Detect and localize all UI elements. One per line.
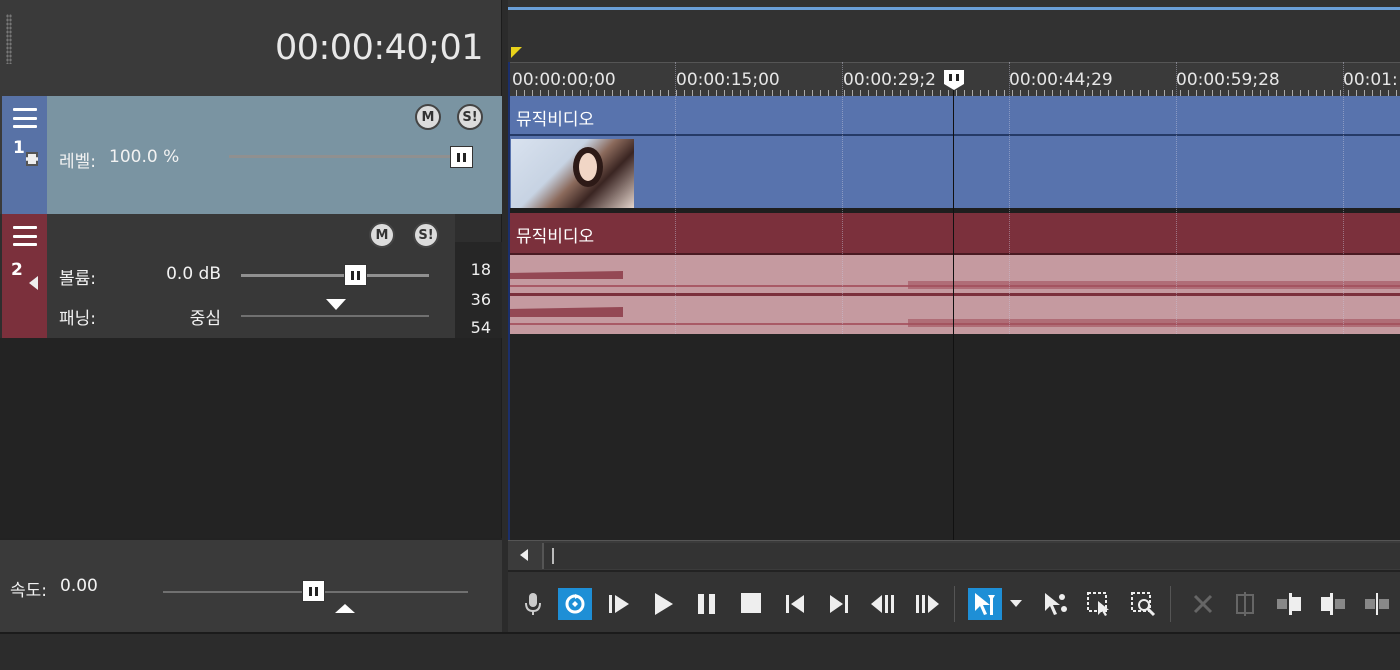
loop-start-marker-icon[interactable] — [511, 47, 522, 58]
volume-slider-track[interactable] — [241, 274, 429, 277]
audio-clip[interactable]: 뮤직비디오 — [508, 213, 1400, 334]
speed-slider-knob[interactable] — [302, 580, 325, 602]
selection-tool-icon[interactable] — [1082, 588, 1116, 620]
transport-toolbar — [508, 570, 1400, 632]
speed-center-marker-icon — [335, 604, 355, 613]
mute-button[interactable]: M — [415, 104, 441, 130]
timecode-panel: 00:00:40;01 — [0, 0, 502, 96]
level-label: 레벨: — [59, 152, 97, 172]
video-track-header[interactable]: 1 M S! 레벨: 100.0 % — [0, 96, 502, 214]
dropdown-arrow-icon[interactable] — [1006, 588, 1026, 620]
horizontal-scrollbar[interactable] — [508, 540, 1400, 570]
track-number: 1 — [13, 138, 25, 158]
playhead-line[interactable] — [953, 86, 954, 540]
microphone-icon[interactable] — [516, 588, 550, 620]
track-list-empty-area — [0, 338, 502, 538]
zoom-tool-icon[interactable] — [1126, 588, 1160, 620]
toolbar-separator — [954, 586, 955, 622]
grid-line — [1176, 62, 1177, 334]
level-value: 100.0 % — [109, 147, 180, 167]
pause-icon[interactable] — [690, 588, 724, 620]
ruler-label: 00:00:29;2 — [843, 70, 936, 90]
track-menu-icon[interactable] — [13, 226, 37, 246]
pan-slider-track[interactable] — [241, 315, 429, 317]
video-track-controls: M S! 레벨: 100.0 % — [47, 96, 502, 214]
trim-start-icon[interactable] — [1272, 588, 1306, 620]
play-from-start-icon[interactable] — [602, 588, 636, 620]
grid-line — [1343, 62, 1344, 334]
speaker-icon — [29, 276, 38, 290]
scroll-left-icon[interactable] — [520, 549, 528, 561]
track-number: 2 — [11, 260, 23, 280]
video-clip[interactable]: 뮤직비디오 — [508, 96, 1400, 212]
grid-line — [842, 62, 843, 334]
volume-label: 볼륨: — [59, 269, 97, 289]
level-slider-track[interactable] — [229, 155, 461, 158]
volume-slider-knob[interactable] — [344, 264, 367, 286]
speed-panel: 속도: 0.00 — [0, 538, 502, 632]
level-meter: 18 36 54 — [455, 242, 502, 338]
video-thumbnail — [511, 139, 634, 209]
play-icon[interactable] — [646, 588, 680, 620]
scroll-position-marker — [552, 548, 554, 564]
speed-label: 속도: — [10, 581, 48, 601]
trim-end-icon[interactable] — [1316, 588, 1350, 620]
track-menu-icon[interactable] — [13, 108, 37, 128]
grid-line — [1009, 62, 1010, 334]
ruler-label: 00:01: — [1343, 70, 1398, 90]
envelope-tool-icon[interactable] — [1038, 588, 1072, 620]
video-clip-title: 뮤직비디오 — [516, 110, 595, 130]
go-to-end-icon[interactable] — [822, 588, 856, 620]
level-slider-knob[interactable] — [450, 146, 473, 168]
toolbar-separator — [1170, 586, 1171, 622]
solo-button[interactable]: S! — [413, 222, 439, 248]
audio-track-controls: M S! 볼륨: 0.0 dB 패닝: 중심 — [47, 214, 455, 338]
normal-edit-tool-icon[interactable] — [968, 588, 1002, 620]
next-frame-icon[interactable] — [910, 588, 944, 620]
split-icon[interactable] — [1360, 588, 1394, 620]
loop-icon[interactable] — [558, 588, 592, 620]
status-bar — [0, 632, 1400, 670]
ruler-label: 00:00:00;00 — [512, 70, 616, 90]
stop-icon[interactable] — [734, 588, 768, 620]
ruler-label: 00:00:15;00 — [676, 70, 780, 90]
pan-slider-knob[interactable] — [326, 299, 346, 310]
speed-value: 0.00 — [60, 576, 98, 596]
video-track-side[interactable]: 1 — [2, 96, 47, 214]
volume-value: 0.0 dB — [166, 264, 221, 284]
pan-value: 중심 — [189, 309, 221, 329]
meter-mark: 36 — [470, 290, 491, 309]
loop-region-bar[interactable] — [508, 7, 1400, 10]
timeline-start-line — [508, 62, 510, 540]
ruler-label: 00:00:44;29 — [1009, 70, 1113, 90]
timeline-empty-area[interactable] — [508, 334, 1400, 540]
film-icon — [26, 152, 38, 166]
audio-clip-header[interactable]: 뮤직비디오 — [508, 213, 1400, 255]
delete-icon[interactable] — [1186, 588, 1220, 620]
trim-icon[interactable] — [1228, 588, 1262, 620]
mute-button[interactable]: M — [369, 222, 395, 248]
previous-frame-icon[interactable] — [866, 588, 900, 620]
audio-waveform — [508, 255, 1400, 334]
solo-button[interactable]: S! — [457, 104, 483, 130]
grid-line — [675, 62, 676, 334]
audio-track-side[interactable]: 2 — [2, 214, 47, 338]
current-timecode[interactable]: 00:00:40;01 — [275, 28, 484, 68]
pan-label: 패닝: — [59, 309, 97, 329]
meter-mark: 54 — [470, 318, 491, 337]
scrollbar-thumb[interactable] — [542, 543, 1400, 569]
ruler-label: 00:00:59;28 — [1176, 70, 1280, 90]
drag-grip-icon[interactable] — [6, 14, 12, 64]
video-clip-header[interactable]: 뮤직비디오 — [508, 96, 1400, 136]
audio-track-header[interactable]: 2 M S! 볼륨: 0.0 dB 패닝: 중심 18 36 54 — [0, 214, 502, 338]
meter-mark: 18 — [470, 260, 491, 279]
audio-clip-title: 뮤직비디오 — [516, 227, 595, 247]
thumbnail-person — [573, 147, 603, 187]
go-to-start-icon[interactable] — [778, 588, 812, 620]
